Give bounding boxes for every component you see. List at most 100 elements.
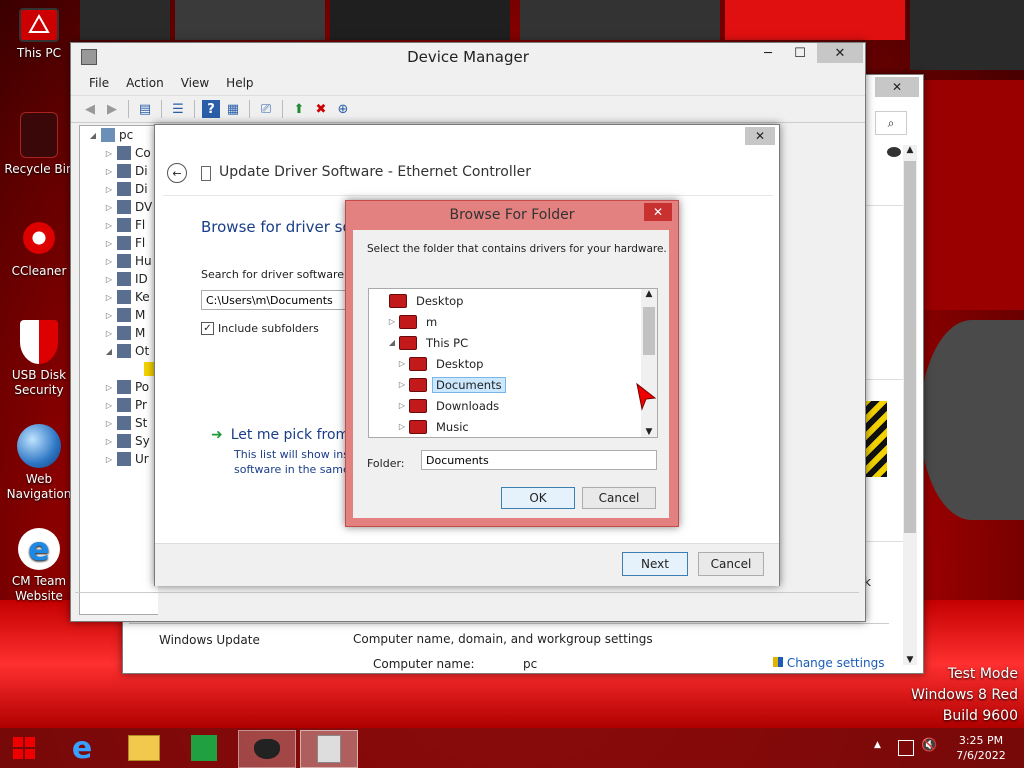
tree-item[interactable]: ▷ M: [80, 324, 158, 342]
tree-item[interactable]: ▷ Di: [80, 180, 158, 198]
scroll-down-icon[interactable]: ▼: [903, 655, 917, 665]
taskbar-app-active[interactable]: [238, 730, 296, 768]
include-subfolders-checkbox[interactable]: ✓ Include subfolders: [201, 322, 319, 335]
collapse-icon[interactable]: ◢: [88, 131, 98, 140]
menu-help[interactable]: Help: [218, 76, 262, 90]
network-icon[interactable]: [898, 740, 914, 756]
tree-item[interactable]: ▷ Pr: [80, 396, 158, 414]
desktop-icon-cm-team-website[interactable]: e CM Team Website: [3, 528, 75, 604]
expand-icon[interactable]: ▷: [104, 455, 114, 464]
close-button[interactable]: ✕: [817, 43, 863, 63]
expand-icon[interactable]: ▷: [104, 437, 114, 446]
desktop-icon-recycle-bin[interactable]: Recycle Bin: [3, 112, 75, 176]
menu-file[interactable]: File: [81, 76, 118, 90]
folder-item[interactable]: ▷ Music: [369, 416, 639, 437]
folder-item[interactable]: ▷ m: [369, 311, 639, 332]
show-hidden-icons[interactable]: ▲: [874, 740, 881, 750]
close-button[interactable]: ✕: [644, 203, 672, 221]
scroll-up-icon[interactable]: ▲: [903, 145, 917, 155]
expand-icon[interactable]: ▷: [397, 401, 407, 410]
folder-item[interactable]: ▷ Desktop: [369, 353, 639, 374]
update-driver-icon[interactable]: ⬆: [290, 100, 308, 118]
expand-icon[interactable]: ▷: [104, 203, 114, 212]
help-icon[interactable]: ?: [202, 100, 220, 118]
expand-icon[interactable]: ▷: [397, 380, 407, 389]
ok-button[interactable]: OK: [501, 487, 575, 509]
change-settings-link[interactable]: Change settings: [773, 656, 884, 670]
scroll-up-icon[interactable]: ▲: [641, 289, 657, 299]
desktop-icon-usb-disk-security[interactable]: USB Disk Security: [3, 320, 75, 398]
folder-item[interactable]: ◢ This PC: [369, 332, 639, 353]
list-icon[interactable]: ☰: [169, 100, 187, 118]
expand-icon[interactable]: ▷: [387, 317, 397, 326]
tree-item[interactable]: ▷ Po: [80, 378, 158, 396]
taskbar-internet-explorer[interactable]: e: [54, 730, 110, 766]
close-button[interactable]: ✕: [875, 77, 919, 97]
tree-item[interactable]: ▷ Ke: [80, 288, 158, 306]
tree-item[interactable]: ▷ Fl: [80, 234, 158, 252]
back-button[interactable]: ←: [167, 163, 187, 183]
folder-item[interactable]: ▷ Documents: [369, 374, 639, 395]
maximize-button[interactable]: ☐: [785, 43, 815, 63]
taskbar-file-explorer[interactable]: [116, 730, 172, 766]
minimize-button[interactable]: ─: [753, 43, 783, 63]
expand-icon[interactable]: ▷: [104, 167, 114, 176]
tree-item[interactable]: ▷ ID: [80, 270, 158, 288]
browse-folder-titlebar[interactable]: Browse For Folder ✕: [346, 201, 678, 229]
tree-item[interactable]: ▷ Hu: [80, 252, 158, 270]
tree-item[interactable]: ▷ Fl: [80, 216, 158, 234]
device-tree[interactable]: ◢ pc ▷ Co ▷ Di ▷ Di ▷ DV ▷ Fl ▷ Fl ▷ Hu ▷ ID ▷ Ke ▷ M ▷ M ◢ Ot ▷…: [79, 125, 158, 615]
tree-item[interactable]: [80, 360, 158, 378]
properties-icon[interactable]: ▤: [136, 100, 154, 118]
expand-icon[interactable]: ▷: [104, 329, 114, 338]
tree-item[interactable]: ▷ St: [80, 414, 158, 432]
scroll-thumb[interactable]: [643, 307, 655, 355]
windows-update-link[interactable]: Windows Update: [159, 633, 260, 647]
next-button[interactable]: Next: [622, 552, 688, 576]
collapse-icon[interactable]: ◢: [104, 347, 114, 356]
tree-item[interactable]: ▷ Sy: [80, 432, 158, 450]
menu-action[interactable]: Action: [118, 76, 173, 90]
tree-root[interactable]: ◢ pc: [80, 126, 158, 144]
desktop-icon-web-navigation[interactable]: Web Navigation: [3, 424, 75, 502]
cancel-button[interactable]: Cancel: [582, 487, 656, 509]
expand-icon[interactable]: ▷: [104, 311, 114, 320]
collapse-icon[interactable]: ◢: [387, 338, 397, 347]
search-box[interactable]: ⌕: [875, 111, 907, 135]
desktop-icon-ccleaner[interactable]: CCleaner: [3, 216, 75, 278]
browse-folder-dialog[interactable]: Browse For Folder ✕ Select the folder th…: [345, 200, 679, 527]
folder-item[interactable]: Desktop: [369, 290, 639, 311]
expand-icon[interactable]: ▷: [104, 293, 114, 302]
expand-icon[interactable]: ▷: [397, 359, 407, 368]
close-button[interactable]: ✕: [745, 127, 775, 145]
view-icon[interactable]: ▦: [224, 100, 242, 118]
enable-device-icon[interactable]: ⊕: [334, 100, 352, 118]
back-arrow-icon[interactable]: ◀: [81, 100, 99, 118]
tree-item[interactable]: ▷ DV: [80, 198, 158, 216]
volume-muted-icon[interactable]: 🔇: [921, 738, 937, 753]
expand-icon[interactable]: ▷: [104, 239, 114, 248]
expand-icon[interactable]: ▷: [104, 149, 114, 158]
tree-item[interactable]: ▷ M: [80, 306, 158, 324]
pick-driver-link[interactable]: ➜ Let me pick from: [211, 427, 349, 443]
scroll-down-icon[interactable]: ▼: [641, 427, 657, 437]
scroll-thumb[interactable]: [904, 161, 916, 533]
device-manager-titlebar[interactable]: Device Manager ─ ☐ ✕: [71, 43, 865, 71]
cancel-button[interactable]: Cancel: [698, 552, 764, 576]
desktop-icon-this-pc[interactable]: This PC: [3, 8, 75, 60]
folder-input[interactable]: [421, 450, 657, 470]
expand-icon[interactable]: ▷: [104, 257, 114, 266]
expand-icon[interactable]: ▷: [104, 275, 114, 284]
uninstall-icon[interactable]: ✖: [312, 100, 330, 118]
expand-icon[interactable]: ▷: [104, 185, 114, 194]
folder-tree-scrollbar[interactable]: ▲ ▼: [641, 289, 657, 437]
menu-view[interactable]: View: [173, 76, 218, 90]
start-button[interactable]: [0, 730, 48, 766]
taskbar-device-manager[interactable]: [300, 730, 358, 768]
folder-tree[interactable]: Desktop ▷ m ◢ This PC ▷ Desktop ▷ Documents ▷ Down…: [368, 288, 658, 438]
forward-arrow-icon[interactable]: ▶: [103, 100, 121, 118]
expand-icon[interactable]: ▷: [397, 422, 407, 431]
scrollbar[interactable]: ▲ ▼: [903, 145, 917, 665]
expand-icon[interactable]: ▷: [104, 383, 114, 392]
tree-item[interactable]: ▷ Co: [80, 144, 158, 162]
